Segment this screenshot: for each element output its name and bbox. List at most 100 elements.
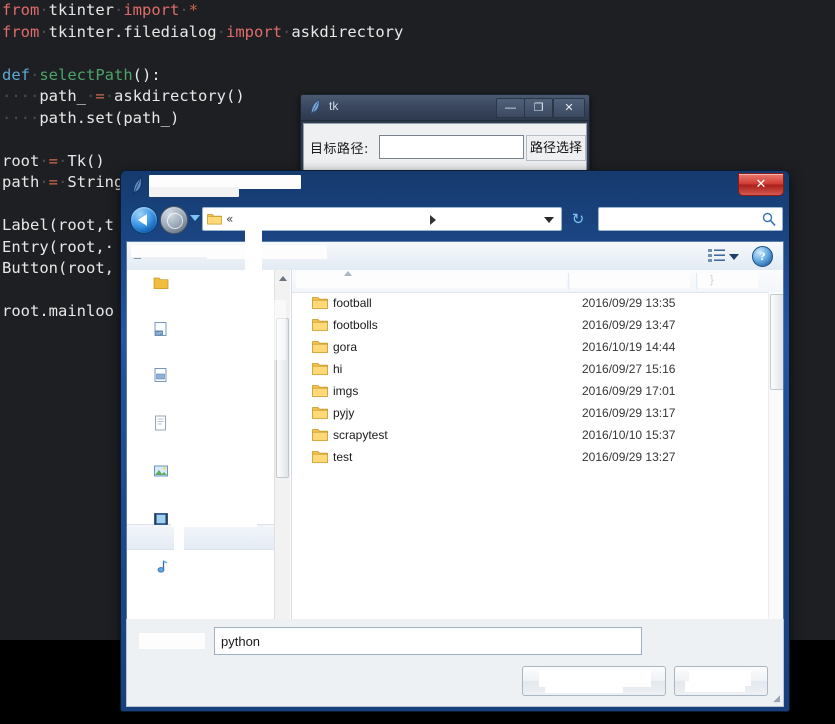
scroll-up-arrow-icon[interactable] [279,276,287,281]
code-token: · [86,87,96,105]
column-header-ghost: } [710,274,714,286]
code-token: Entry(root,· [2,237,114,256]
filename-label-redaction [139,633,205,649]
recent-locations-caret-icon[interactable] [190,215,200,221]
file-dialog-footer: python ◢ [126,619,784,707]
file-list-row[interactable]: pyjy 2016/09/29 13:17 [292,403,783,425]
code-token: askdirectory [291,22,404,41]
nav-tree-item[interactable] [127,446,291,468]
file-list-row[interactable]: imgs 2016/09/29 17:01 [292,381,783,403]
file-modified-date: 2016/09/29 13:17 [582,406,676,420]
code-token: askdirectory() [114,87,245,105]
code-token: = [95,87,105,105]
tk-window-titlebar[interactable]: tk — ❐ ✕ [301,95,589,121]
address-redaction-2 [241,222,396,230]
redaction-streak [186,300,286,360]
column-separator[interactable] [568,273,569,289]
file-modified-date: 2016/10/19 14:44 [582,340,676,354]
tk-maximize-button[interactable]: ❐ [524,98,553,118]
file-dialog-close-button[interactable]: ✕ [738,173,784,196]
cancel-button[interactable] [674,666,768,696]
search-box[interactable]: · · · · [598,207,783,231]
change-view-icon[interactable] [708,248,725,264]
nav-tree-item[interactable] [127,424,291,652]
back-arrow-icon [138,214,147,226]
select-path-button[interactable]: 路径选择 [526,135,586,161]
address-chevron-icon[interactable]: « [226,212,233,226]
target-path-input[interactable] [379,135,524,159]
code-token: · [282,22,292,41]
file-name: gora [333,340,358,354]
file-name: footbolls [333,318,378,332]
videos-icon [154,513,168,525]
nav-tree-item[interactable] [127,358,291,479]
code-token: path.set(path_) [39,108,180,127]
select-folder-button[interactable] [522,666,666,696]
file-modified-date: 2016/09/29 13:47 [582,318,676,332]
tk-window-body: 目标路径: 路径选择 [303,123,587,174]
nav-label-redaction [171,560,281,575]
tk-window[interactable]: tk — ❐ ✕ 目标路径: 路径选择 [300,94,590,174]
tk-close-button[interactable]: ✕ [553,98,585,118]
file-modified-date: 2016/10/10 15:37 [582,428,676,442]
file-name: hi [333,362,343,376]
resize-grip-icon[interactable]: ◢ [773,694,780,704]
file-list-row[interactable]: football 2016/09/29 13:35 [292,293,783,315]
refresh-button[interactable]: ↻ [566,207,590,231]
column-header-redaction-1 [296,273,566,288]
file-list-row[interactable]: test 2016/09/29 13:27 [292,447,783,469]
code-token: from [2,22,40,41]
file-list-row[interactable]: hi 2016/09/27 15:16 [292,359,783,381]
code-token: · [179,1,189,19]
folder-icon [312,363,328,375]
code-token: from [2,1,40,19]
code-token: · [39,22,49,41]
code-token: path [2,173,40,191]
file-list-rows[interactable]: football 2016/09/29 13:35 footbolls 2016/09… [292,293,783,469]
code-token: def [2,65,30,84]
forward-button[interactable] [160,206,188,234]
cancel-button-redaction-2 [685,681,745,692]
sort-caret-icon[interactable] [344,271,352,276]
address-dropdown-icon[interactable] [544,217,554,223]
navigation-pane-selected-row[interactable] [127,524,290,550]
filename-input[interactable]: python [214,627,642,655]
code-token: root [2,151,40,170]
file-list-row[interactable]: scrapytest 2016/10/10 15:37 [292,425,783,447]
nav-tree-item[interactable] [127,468,291,490]
code-token: ···· [2,108,40,127]
nav-tree-item[interactable] [127,272,291,294]
toolbar-redaction-2 [207,245,327,259]
code-token: · [58,151,68,170]
column-separator[interactable] [696,273,697,289]
back-button[interactable] [130,206,158,234]
nav-tree-item[interactable] [127,402,291,575]
filename-value: python [221,634,261,649]
code-token: Label(root,t [2,216,114,234]
forward-arrow-icon [167,213,183,229]
file-list-column-header[interactable]: } [292,270,783,293]
file-list-row[interactable]: footbolls 2016/09/29 13:47 [292,315,783,337]
help-icon[interactable]: ? [752,246,773,267]
code-token: import [226,22,282,41]
file-list-row[interactable]: gora 2016/10/19 14:44 [292,337,783,359]
nav-tree-item[interactable] [127,380,291,527]
file-name: test [333,450,353,464]
folder-icon [312,385,328,397]
file-dialog-titlebar[interactable]: ✕ [121,171,789,201]
tk-minimize-button[interactable]: — [496,98,525,118]
search-icon[interactable] [762,212,776,226]
feather-icon [132,177,142,195]
file-list-pane[interactable]: } football 2016/09/29 13:35 footbolls 2016/… [292,270,783,678]
view-dropdown-caret-icon[interactable] [729,254,739,260]
file-name: football [333,296,372,310]
code-token: tkinter.filedialog [48,22,217,41]
breadcrumb-arrow-icon[interactable] [430,215,436,225]
file-dialog-window[interactable]: ✕ « · · · · · · · · · ↻ · · · · [120,170,790,712]
column-header-redaction-2 [570,273,690,288]
file-list-scroll-thumb[interactable] [770,294,783,390]
code-token: path_ [39,87,86,105]
file-name: imgs [333,384,359,398]
file-dialog-title-redaction-2 [149,187,239,197]
